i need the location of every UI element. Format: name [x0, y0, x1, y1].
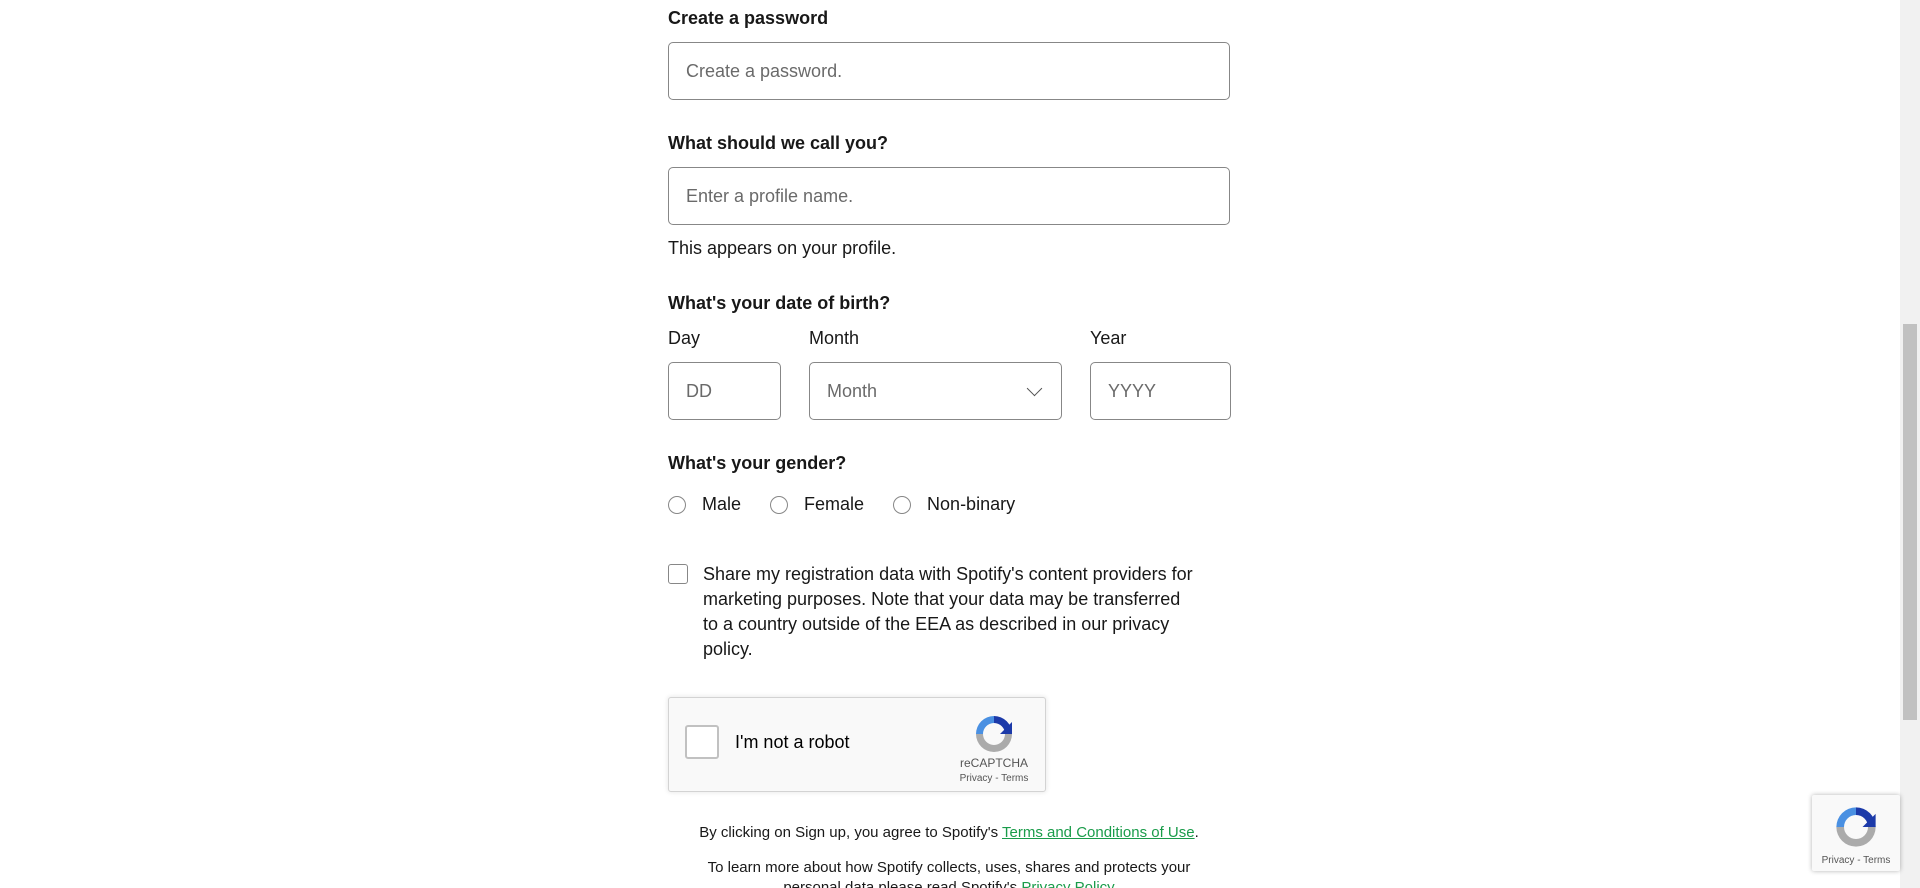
recaptcha-terms-link[interactable]: Terms: [1001, 773, 1028, 784]
recaptcha-logo-icon: [1836, 807, 1876, 847]
gender-option-label: Male: [702, 494, 742, 514]
profile-name-label: What should we call you?: [668, 133, 889, 153]
terms-link[interactable]: Terms and Conditions of Use: [1002, 824, 1195, 841]
signup-page: Create a password What should we call yo…: [0, 0, 1920, 888]
recaptcha-badge-separator: -: [1857, 855, 1861, 866]
chevron-down-icon: [1026, 380, 1043, 396]
profile-name-input[interactable]: [668, 167, 1230, 225]
scrollbar-thumb[interactable]: [1903, 324, 1917, 720]
recaptcha-brand: reCAPTCHA: [959, 756, 1028, 770]
year-label: Year: [1090, 328, 1127, 348]
recaptcha-separator: -: [995, 773, 999, 784]
dob-label: What's your date of birth?: [668, 293, 891, 313]
day-input[interactable]: [668, 362, 781, 420]
radio-button[interactable]: [893, 495, 912, 514]
recaptcha-logo-icon: [976, 716, 1012, 752]
gender-option-non-binary[interactable]: Non-binary: [893, 494, 1015, 515]
privacy-notice-line-1: To learn more about how Spotify collects…: [668, 859, 1230, 876]
month-select-value: Month: [827, 380, 878, 401]
marketing-consent-text: Share my registration data with Spotify'…: [703, 564, 1193, 659]
recaptcha-checkbox[interactable]: [685, 725, 719, 759]
gender-option-label: Non-binary: [927, 494, 1016, 514]
radio-button[interactable]: [770, 495, 789, 514]
month-select[interactable]: Month: [809, 362, 1062, 420]
recaptcha-badge: Privacy - Terms: [1812, 795, 1900, 871]
recaptcha-privacy-link[interactable]: Privacy: [960, 773, 993, 784]
privacy-notice-text: To learn more about how Spotify collects…: [707, 859, 1191, 876]
privacy-notice-text: personal data please read Spotify's: [783, 879, 1022, 888]
radio-button[interactable]: [668, 495, 686, 514]
month-label: Month: [809, 328, 860, 348]
recaptcha-badge-privacy-link[interactable]: Privacy: [1822, 855, 1855, 866]
password-label: Create a password: [668, 8, 829, 28]
recaptcha-widget: I'm not a robot reCAPTCHA Privacy - Term…: [668, 697, 1046, 792]
recaptcha-label: I'm not a robot: [735, 732, 850, 752]
privacy-policy-link[interactable]: Privacy Policy: [1021, 879, 1114, 888]
terms-notice-suffix: .: [1194, 824, 1199, 841]
gender-label: What's your gender?: [668, 453, 847, 473]
terms-notice: By clicking on Sign up, you agree to Spo…: [668, 824, 1230, 841]
recaptcha-badge-terms-link[interactable]: Terms: [1863, 855, 1890, 866]
gender-option-female[interactable]: Female: [770, 494, 864, 515]
gender-option-male[interactable]: Male: [668, 494, 741, 515]
marketing-consent[interactable]: Share my registration data with Spotify'…: [668, 562, 1193, 662]
gender-radio-group: Male Female Non-binary: [668, 494, 1044, 515]
year-input[interactable]: [1090, 362, 1231, 420]
marketing-consent-checkbox[interactable]: [668, 564, 688, 584]
terms-notice-prefix: By clicking on Sign up, you agree to Spo…: [699, 824, 1002, 841]
profile-name-helper: This appears on your profile.: [668, 238, 897, 258]
recaptcha-links: Privacy - Terms: [952, 773, 1036, 784]
password-input[interactable]: [668, 42, 1230, 100]
privacy-notice-line-2: personal data please read Spotify's Priv…: [668, 879, 1230, 888]
day-label: Day: [668, 328, 701, 348]
gender-option-label: Female: [804, 494, 865, 514]
recaptcha-badge-links: Privacy - Terms: [1812, 855, 1900, 866]
